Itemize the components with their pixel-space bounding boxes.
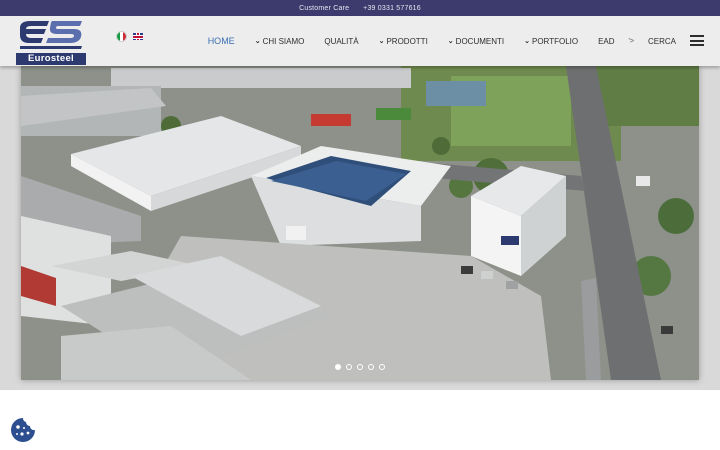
nav-qualita[interactable]: QUALITÀ	[314, 37, 368, 46]
nav-documenti[interactable]: ⌄ DOCUMENTI	[438, 37, 514, 46]
chevron-down-icon: ⌄	[447, 38, 454, 45]
logo-wordmark: Eurosteel	[16, 53, 86, 65]
cookie-icon[interactable]	[10, 417, 36, 443]
nav-portfolio[interactable]: ⌄ PORTFOLIO	[514, 37, 588, 46]
nav-chi-siamo[interactable]: ⌄ CHI SIAMO	[245, 37, 315, 46]
aerial-factory-image	[21, 66, 699, 380]
language-switcher	[116, 31, 143, 42]
slide-dot-1[interactable]	[335, 364, 341, 370]
slide-dot-3[interactable]	[357, 364, 363, 370]
top-contact-bar: Customer Care +39 0331 577616	[0, 0, 720, 16]
eurosteel-logo[interactable]: Eurosteel	[16, 19, 86, 65]
search-button[interactable]: CERCA	[638, 37, 686, 46]
slide-dot-4[interactable]	[368, 364, 374, 370]
chevron-down-icon: ⌄	[378, 38, 385, 45]
slide-dot-2[interactable]	[346, 364, 352, 370]
slider-pagination	[335, 364, 385, 370]
nav-portfolio-label: PORTFOLIO	[532, 36, 579, 46]
nav-prodotti-label: PRODOTTI	[386, 36, 428, 46]
italy-flag-icon[interactable]	[116, 31, 127, 42]
nav-chi-siamo-label: CHI SIAMO	[262, 36, 305, 46]
main-navigation: HOME ⌄ CHI SIAMO QUALITÀ ⌄ PRODOTTI ⌄ DO…	[198, 16, 686, 66]
site-header: Eurosteel HOME ⌄ CHI SIAMO QUALITÀ ⌄ PRO…	[0, 16, 720, 66]
chevron-down-icon: ⌄	[254, 38, 261, 45]
nav-documenti-label: DOCUMENTI	[455, 36, 505, 46]
nav-home[interactable]: HOME	[198, 36, 245, 46]
es-logo-mark	[16, 19, 86, 51]
chevron-down-icon: ⌄	[524, 38, 530, 45]
slide-dot-5[interactable]	[379, 364, 385, 370]
phone-number[interactable]: +39 0331 577616	[363, 5, 421, 12]
uk-flag-icon[interactable]	[133, 33, 143, 40]
nav-ead[interactable]: EAD	[588, 37, 624, 46]
search-label: CERCA	[647, 36, 676, 46]
nav-prodotti[interactable]: ⌄ PRODOTTI	[369, 37, 438, 46]
nav-separator: '>	[628, 37, 634, 45]
customer-care-link[interactable]: Customer Care	[299, 5, 349, 12]
hero-slider[interactable]	[21, 66, 699, 380]
nav-ead-label: EAD	[598, 36, 615, 46]
hamburger-menu-icon[interactable]	[690, 35, 704, 46]
nav-qualita-label: QUALITÀ	[324, 36, 359, 46]
nav-home-label: HOME	[207, 36, 235, 46]
